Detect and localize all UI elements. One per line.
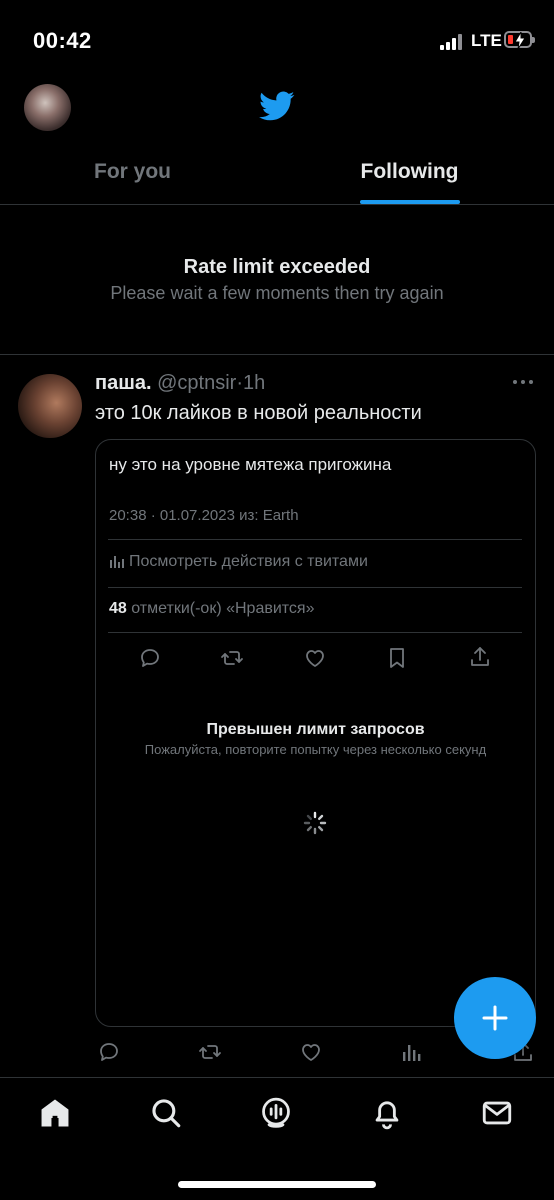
profile-avatar[interactable] bbox=[24, 84, 71, 131]
divider bbox=[108, 632, 522, 633]
home-icon[interactable] bbox=[38, 1096, 72, 1130]
tab-following[interactable]: Following bbox=[277, 150, 542, 204]
views-icon[interactable] bbox=[400, 1040, 424, 1064]
like-icon[interactable] bbox=[299, 1040, 323, 1064]
home-indicator bbox=[178, 1181, 376, 1188]
loading-spinner-icon bbox=[303, 811, 327, 835]
analytics-icon bbox=[110, 556, 124, 568]
signal-icon bbox=[440, 34, 464, 50]
battery-charging-icon bbox=[504, 31, 535, 49]
card-tweet-meta: 20:38 · 01.07.2023 из: Earth bbox=[109, 507, 299, 524]
tab-for-you[interactable]: For you bbox=[0, 150, 265, 204]
status-time: 00:42 bbox=[33, 28, 92, 53]
search-icon[interactable] bbox=[149, 1096, 183, 1130]
view-activity-label: Посмотреть действия с твитами bbox=[129, 553, 368, 570]
card-rate-limit-title: Превышен лимит запросов bbox=[206, 721, 425, 738]
likes-label: отметки(-ок) «Нравится» bbox=[131, 600, 315, 617]
compose-tweet-button[interactable] bbox=[454, 977, 536, 1059]
view-activity-link[interactable]: Посмотреть действия с твитами bbox=[109, 553, 368, 571]
spaces-icon[interactable] bbox=[259, 1095, 293, 1131]
reply-icon[interactable] bbox=[97, 1040, 121, 1064]
messages-icon[interactable] bbox=[480, 1096, 514, 1130]
likes-summary[interactable]: 48 отметки(-ок) «Нравится» bbox=[109, 600, 314, 618]
retweet-icon[interactable] bbox=[198, 1040, 222, 1064]
divider bbox=[108, 539, 522, 540]
divider bbox=[0, 354, 554, 355]
tweet-time: 1h bbox=[243, 372, 266, 394]
bookmark-icon[interactable] bbox=[385, 646, 409, 670]
card-tweet-text: ну это на уровне мятежа пригожина bbox=[109, 455, 392, 474]
divider bbox=[0, 204, 554, 205]
plus-icon bbox=[482, 1005, 508, 1031]
card-rate-limit-subtitle: Пожалуйста, повторите попытку через неск… bbox=[144, 742, 487, 757]
reply-icon[interactable] bbox=[138, 646, 162, 670]
rate-limit-title: Rate limit exceeded bbox=[183, 256, 371, 278]
like-icon[interactable] bbox=[303, 646, 327, 670]
more-options-icon[interactable] bbox=[511, 374, 535, 390]
tweet-header: паша. @cptnsir·1h bbox=[95, 372, 265, 395]
share-icon[interactable] bbox=[468, 645, 492, 669]
tweet-author-avatar[interactable] bbox=[18, 374, 82, 438]
rate-limit-subtitle: Please wait a few moments then try again bbox=[110, 283, 444, 303]
twitter-bird-icon[interactable] bbox=[256, 88, 298, 124]
divider bbox=[108, 587, 522, 588]
tweet-separator: · bbox=[236, 372, 244, 394]
tweet-author-name[interactable]: паша. bbox=[95, 372, 152, 394]
retweet-icon[interactable] bbox=[220, 646, 244, 670]
likes-count: 48 bbox=[109, 600, 127, 617]
notifications-icon[interactable] bbox=[370, 1096, 404, 1130]
network-label: LTE bbox=[471, 31, 502, 50]
tweet-text: это 10к лайков в новой реальности bbox=[95, 402, 422, 424]
tweet-author-handle[interactable]: @cptnsir bbox=[157, 372, 236, 394]
